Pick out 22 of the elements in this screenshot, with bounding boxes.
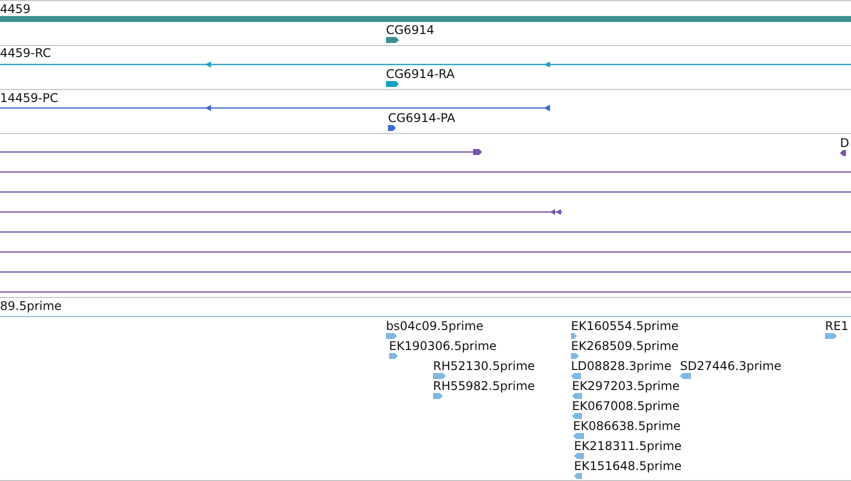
feature-label: EK268509.5prime: [571, 339, 679, 353]
feature-label: D: [840, 136, 850, 150]
feature-label: SD27446.3prime: [680, 359, 782, 373]
track-label: 4459: [0, 2, 31, 16]
feature-label: EK160554.5prime: [571, 319, 679, 333]
feature-label: LD08828.3prime: [571, 359, 672, 373]
feature-label: EK067008.5prime: [572, 399, 680, 413]
feature-label: EK151648.5prime: [574, 459, 682, 473]
feature-label: EK297203.5prime: [572, 379, 680, 393]
track-label: 14459-PC: [0, 91, 58, 105]
feature-label: CG6914: [386, 23, 434, 37]
feature-label: RH52130.5prime: [433, 359, 535, 373]
feature-label: RH55982.5prime: [433, 379, 535, 393]
feature-label: RE1: [825, 319, 849, 333]
feature-label: EK086638.5prime: [573, 419, 681, 433]
feature-label: bs04c09.5prime: [386, 319, 484, 333]
track-label: 4459-RC: [0, 46, 51, 60]
track-label: 89.5prime: [0, 299, 62, 313]
feature-label: EK218311.5prime: [574, 439, 682, 453]
feature-label: EK190306.5prime: [389, 339, 497, 353]
feature-label: CG6914-RA: [386, 67, 455, 81]
feature-label: CG6914-PA: [388, 111, 456, 125]
